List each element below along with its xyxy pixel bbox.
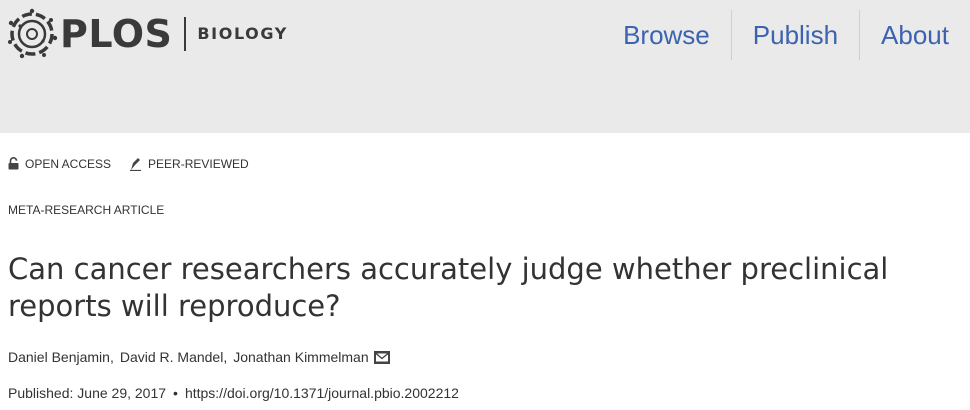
pen-nib-icon xyxy=(130,158,142,171)
envelope-icon[interactable] xyxy=(373,350,390,364)
article-title: Can cancer researchers accurately judge … xyxy=(8,252,889,323)
article-type: META-RESEARCH ARTICLE xyxy=(8,203,165,217)
bullet-separator: • xyxy=(173,385,178,401)
author-list: Daniel Benjamin, David R. Mandel, Jonath… xyxy=(8,349,390,365)
open-access-label: OPEN ACCESS xyxy=(25,156,112,171)
open-access-badge[interactable]: OPEN ACCESS xyxy=(8,157,111,171)
plos-biology-logo[interactable]: PLOS BIOLOGY xyxy=(6,8,288,60)
author-separator: , xyxy=(223,349,228,365)
site-header: PLOS BIOLOGY Browse Publish About xyxy=(0,0,970,133)
logo-brand-text: PLOS xyxy=(60,12,173,56)
author-name[interactable]: Jonathan Kimmelman xyxy=(233,349,368,365)
author-name[interactable]: Daniel Benjamin xyxy=(8,349,110,365)
main-nav: Browse Publish About xyxy=(602,10,970,60)
author-name[interactable]: David R. Mandel xyxy=(120,349,224,365)
author-separator: , xyxy=(109,349,114,365)
plos-globe-icon xyxy=(8,8,58,59)
nav-about[interactable]: About xyxy=(859,10,970,60)
logo-divider xyxy=(184,17,187,51)
article-badges: OPEN ACCESS PEER-REVIEWED xyxy=(8,156,267,171)
logo-journal-text: BIOLOGY xyxy=(197,24,288,43)
nav-publish[interactable]: Publish xyxy=(730,10,859,60)
published-date: June 29, 2017 xyxy=(77,385,167,401)
peer-reviewed-label: PEER-REVIEWED xyxy=(148,156,249,171)
publication-info: Published: June 29, 2017 • https://doi.org… xyxy=(8,385,459,401)
published-label: Published: xyxy=(8,385,74,401)
peer-reviewed-badge[interactable]: PEER-REVIEWED xyxy=(129,156,249,171)
doi-link[interactable]: https://doi.org/10.1371/journal.pbio.200… xyxy=(185,385,459,401)
open-lock-icon xyxy=(8,157,19,170)
nav-browse[interactable]: Browse xyxy=(602,10,731,60)
